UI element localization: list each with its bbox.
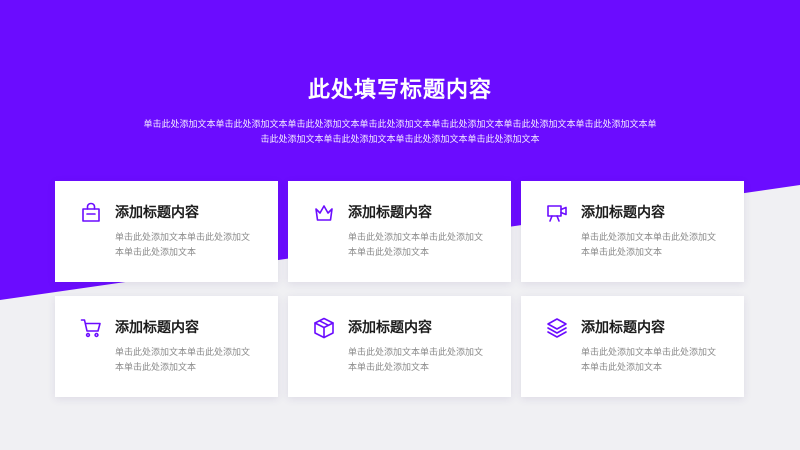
card-6: 添加标题内容 单击此处添加文本单击此处添加文本单击此处添加文本 bbox=[521, 296, 744, 397]
card-title: 添加标题内容 bbox=[115, 320, 199, 336]
box-icon bbox=[312, 316, 336, 340]
page-title: 此处填写标题内容 bbox=[307, 78, 492, 103]
presentation-icon bbox=[545, 201, 569, 225]
card-text: 单击此处添加文本单击此处添加文本单击此处添加文本 bbox=[348, 348, 484, 373]
card-title: 添加标题内容 bbox=[581, 320, 665, 336]
card-2: 添加标题内容 单击此处添加文本单击此处添加文本单击此处添加文本 bbox=[288, 181, 511, 282]
card-5: 添加标题内容 单击此处添加文本单击此处添加文本单击此处添加文本 bbox=[288, 296, 511, 397]
layers-icon bbox=[545, 316, 569, 340]
card-title: 添加标题内容 bbox=[115, 205, 199, 221]
shopping-bag-icon bbox=[79, 201, 103, 225]
slide: 此处填写标题内容 单击此处添加文本单击此处添加文本单击此处添加文本单击此处添加文… bbox=[0, 0, 800, 450]
card-grid: 添加标题内容 单击此处添加文本单击此处添加文本单击此处添加文本 添加标题内容 单… bbox=[55, 181, 745, 397]
card-1: 添加标题内容 单击此处添加文本单击此处添加文本单击此处添加文本 bbox=[55, 181, 278, 282]
card-text: 单击此处添加文本单击此处添加文本单击此处添加文本 bbox=[115, 233, 251, 258]
card-title: 添加标题内容 bbox=[581, 205, 665, 221]
card-title: 添加标题内容 bbox=[348, 320, 432, 336]
card-text: 单击此处添加文本单击此处添加文本单击此处添加文本 bbox=[581, 348, 717, 373]
card-4: 添加标题内容 单击此处添加文本单击此处添加文本单击此处添加文本 bbox=[55, 296, 278, 397]
card-text: 单击此处添加文本单击此处添加文本单击此处添加文本 bbox=[115, 348, 251, 373]
card-text: 单击此处添加文本单击此处添加文本单击此处添加文本 bbox=[348, 233, 484, 258]
page-subtitle: 单击此处添加文本单击此处添加文本单击此处添加文本单击此处添加文本单击此处添加文本… bbox=[143, 120, 657, 145]
card-3: 添加标题内容 单击此处添加文本单击此处添加文本单击此处添加文本 bbox=[521, 181, 744, 282]
crown-icon bbox=[312, 201, 336, 225]
card-title: 添加标题内容 bbox=[348, 205, 432, 221]
shopping-cart-icon bbox=[79, 316, 103, 340]
card-text: 单击此处添加文本单击此处添加文本单击此处添加文本 bbox=[581, 233, 717, 258]
